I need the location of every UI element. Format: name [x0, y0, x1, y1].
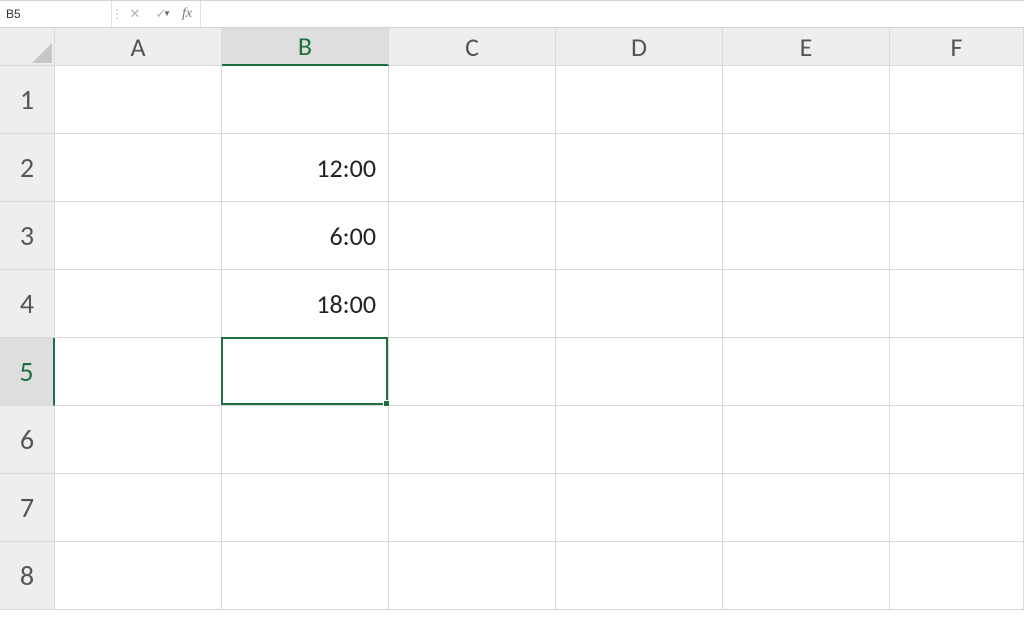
cell-A8[interactable]	[55, 542, 222, 610]
name-box[interactable]: ▼	[0, 1, 112, 27]
divider: ⋮	[112, 1, 122, 27]
column-header-F[interactable]: F	[890, 28, 1024, 66]
cell-C5[interactable]	[389, 338, 556, 406]
cell-A2[interactable]	[55, 134, 222, 202]
cell-D6[interactable]	[556, 406, 723, 474]
cell-B8[interactable]	[222, 542, 389, 610]
cancel-formula-button[interactable]: ✕	[122, 1, 148, 27]
cell-F6[interactable]	[890, 406, 1024, 474]
cell-F7[interactable]	[890, 474, 1024, 542]
row-2: 2 12:00	[0, 134, 1024, 202]
cell-C1[interactable]	[389, 66, 556, 134]
row-7: 7	[0, 474, 1024, 542]
cell-D1[interactable]	[556, 66, 723, 134]
row-header-7[interactable]: 7	[0, 474, 55, 542]
cell-E2[interactable]	[723, 134, 890, 202]
cell-E4[interactable]	[723, 270, 890, 338]
row-header-4[interactable]: 4	[0, 270, 55, 338]
cell-F4[interactable]	[890, 270, 1024, 338]
row-header-5[interactable]: 5	[0, 338, 55, 406]
cell-A5[interactable]	[55, 338, 222, 406]
cell-B3[interactable]: 6:00	[222, 202, 389, 270]
cell-E1[interactable]	[723, 66, 890, 134]
cell-F3[interactable]	[890, 202, 1024, 270]
column-header-row: A B C D E F	[0, 28, 1024, 66]
row-1: 1	[0, 66, 1024, 134]
cell-D2[interactable]	[556, 134, 723, 202]
column-header-C[interactable]: C	[389, 28, 556, 66]
formula-input-wrap	[200, 1, 1024, 27]
row-6: 6	[0, 406, 1024, 474]
cell-C8[interactable]	[389, 542, 556, 610]
column-header-B[interactable]: B	[222, 28, 389, 66]
cell-B2[interactable]: 12:00	[222, 134, 389, 202]
column-header-A[interactable]: A	[55, 28, 222, 66]
cell-F1[interactable]	[890, 66, 1024, 134]
row-3: 3 6:00	[0, 202, 1024, 270]
cell-D8[interactable]	[556, 542, 723, 610]
cell-F8[interactable]	[890, 542, 1024, 610]
cell-B1[interactable]	[222, 66, 389, 134]
fx-icon[interactable]: fx	[174, 1, 200, 27]
cell-C6[interactable]	[389, 406, 556, 474]
column-header-E[interactable]: E	[723, 28, 890, 66]
cell-E5[interactable]	[723, 338, 890, 406]
spreadsheet-grid: A B C D E F 1 2 12:00 3 6:00 4	[0, 28, 1024, 610]
cell-B6[interactable]	[222, 406, 389, 474]
cell-E8[interactable]	[723, 542, 890, 610]
cell-C7[interactable]	[389, 474, 556, 542]
cell-B7[interactable]	[222, 474, 389, 542]
cell-A3[interactable]	[55, 202, 222, 270]
cell-F5[interactable]	[890, 338, 1024, 406]
cell-C2[interactable]	[389, 134, 556, 202]
cell-B4[interactable]: 18:00	[222, 270, 389, 338]
row-4: 4 18:00	[0, 270, 1024, 338]
row-8: 8	[0, 542, 1024, 610]
row-header-1[interactable]: 1	[0, 66, 55, 134]
cell-E6[interactable]	[723, 406, 890, 474]
row-header-2[interactable]: 2	[0, 134, 55, 202]
cell-D4[interactable]	[556, 270, 723, 338]
select-all-corner[interactable]	[0, 28, 55, 66]
cell-A1[interactable]	[55, 66, 222, 134]
cell-E3[interactable]	[723, 202, 890, 270]
cell-A4[interactable]	[55, 270, 222, 338]
cell-A6[interactable]	[55, 406, 222, 474]
cell-F2[interactable]	[890, 134, 1024, 202]
cell-C4[interactable]	[389, 270, 556, 338]
enter-formula-button[interactable]: ✓	[148, 1, 174, 27]
row-5: 5	[0, 338, 1024, 406]
row-header-8[interactable]: 8	[0, 542, 55, 610]
column-header-D[interactable]: D	[556, 28, 723, 66]
cell-B5[interactable]	[222, 338, 389, 406]
cell-A7[interactable]	[55, 474, 222, 542]
cell-D7[interactable]	[556, 474, 723, 542]
cell-D3[interactable]	[556, 202, 723, 270]
formula-bar: ▼ ⋮ ✕ ✓ fx	[0, 0, 1024, 28]
row-header-6[interactable]: 6	[0, 406, 55, 474]
cell-D5[interactable]	[556, 338, 723, 406]
row-header-3[interactable]: 3	[0, 202, 55, 270]
cell-C3[interactable]	[389, 202, 556, 270]
formula-input[interactable]	[207, 7, 1018, 22]
cell-E7[interactable]	[723, 474, 890, 542]
